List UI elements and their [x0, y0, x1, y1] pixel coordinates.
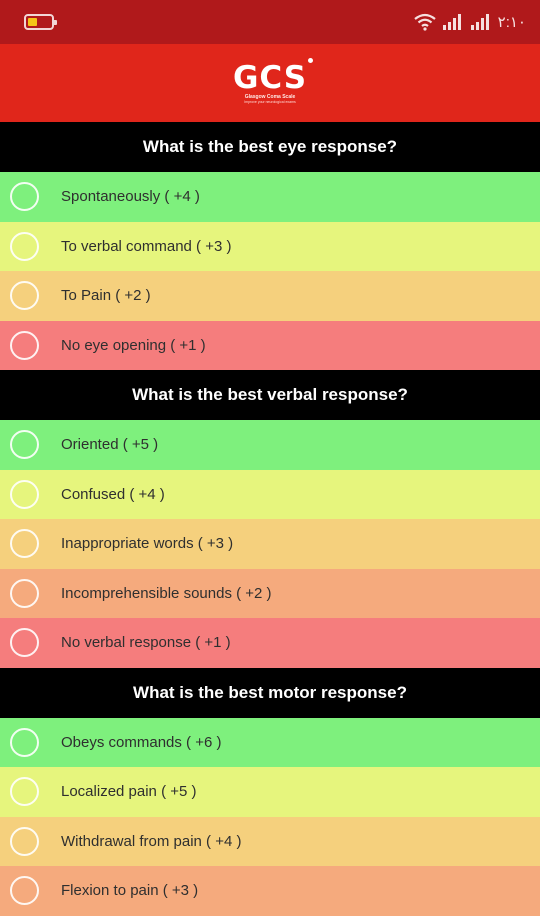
radio-button[interactable] — [10, 529, 39, 559]
radio-button[interactable] — [10, 777, 39, 807]
option-label: Incomprehensible sounds ( +2 ) — [61, 584, 272, 602]
gcs-form: What is the best eye response? Spontaneo… — [0, 122, 540, 916]
option-verbal-none[interactable]: No verbal response ( +1 ) — [0, 618, 540, 668]
option-label: No verbal response ( +1 ) — [61, 634, 231, 652]
option-verbal-oriented[interactable]: Oriented ( +5 ) — [0, 420, 540, 470]
option-verbal-incomprehensible[interactable]: Incomprehensible sounds ( +2 ) — [0, 568, 540, 618]
option-label: Confused ( +4 ) — [61, 485, 165, 503]
radio-button[interactable] — [10, 281, 39, 311]
option-label: To verbal command ( +3 ) — [61, 237, 232, 255]
radio-button[interactable] — [10, 330, 39, 360]
option-eye-pain[interactable]: To Pain ( +2 ) — [0, 271, 540, 321]
option-verbal-inappropriate[interactable]: Inappropriate words ( +3 ) — [0, 519, 540, 569]
section-eye-title: What is the best eye response? — [0, 122, 540, 172]
signal-icon-2 — [470, 13, 492, 31]
radio-button[interactable] — [10, 182, 39, 212]
status-bar: ۲:۱۰ — [0, 0, 540, 44]
status-indicators: ۲:۱۰ — [413, 13, 526, 31]
option-label: Oriented ( +5 ) — [61, 436, 159, 454]
option-motor-flexion[interactable]: Flexion to pain ( +3 ) — [0, 866, 540, 916]
option-motor-obeys[interactable]: Obeys commands ( +6 ) — [0, 717, 540, 767]
option-label: To Pain ( +2 ) — [61, 287, 151, 305]
section-verbal-title: What is the best verbal response? — [0, 370, 540, 420]
app-header: GCS Glasgow Coma Scale Improve your neur… — [0, 44, 540, 122]
radio-button[interactable] — [10, 578, 39, 608]
radio-button[interactable] — [10, 628, 39, 658]
radio-button[interactable] — [10, 826, 39, 856]
option-eye-spontaneously[interactable]: Spontaneously ( +4 ) — [0, 172, 540, 222]
wifi-icon — [413, 13, 436, 31]
option-motor-withdrawal[interactable]: Withdrawal from pain ( +4 ) — [0, 816, 540, 866]
option-eye-none[interactable]: No eye opening ( +1 ) — [0, 320, 540, 370]
option-verbal-confused[interactable]: Confused ( +4 ) — [0, 469, 540, 519]
radio-button[interactable] — [10, 876, 39, 906]
signal-icon — [442, 13, 464, 31]
radio-button[interactable] — [10, 430, 39, 460]
option-label: Flexion to pain ( +3 ) — [61, 882, 199, 900]
option-label: No eye opening ( +1 ) — [61, 336, 206, 354]
option-label: Obeys commands ( +6 ) — [61, 733, 222, 751]
logo-tagline: Improve your neurological exams — [244, 99, 296, 104]
option-eye-verbal-command[interactable]: To verbal command ( +3 ) — [0, 221, 540, 271]
option-motor-localized[interactable]: Localized pain ( +5 ) — [0, 767, 540, 817]
logo-text: GCS — [232, 59, 308, 96]
radio-button[interactable] — [10, 727, 39, 757]
radio-button[interactable] — [10, 479, 39, 509]
option-label: Withdrawal from pain ( +4 ) — [61, 832, 242, 850]
status-time: ۲:۱۰ — [497, 14, 526, 31]
app-logo: GCS Glasgow Coma Scale Improve your neur… — [232, 57, 314, 105]
option-label: Spontaneously ( +4 ) — [61, 188, 200, 206]
radio-button[interactable] — [10, 231, 39, 261]
section-motor-title: What is the best motor response? — [0, 667, 540, 718]
option-label: Inappropriate words ( +3 ) — [61, 535, 234, 553]
option-label: Localized pain ( +5 ) — [61, 783, 197, 801]
battery-low-icon — [24, 14, 57, 30]
